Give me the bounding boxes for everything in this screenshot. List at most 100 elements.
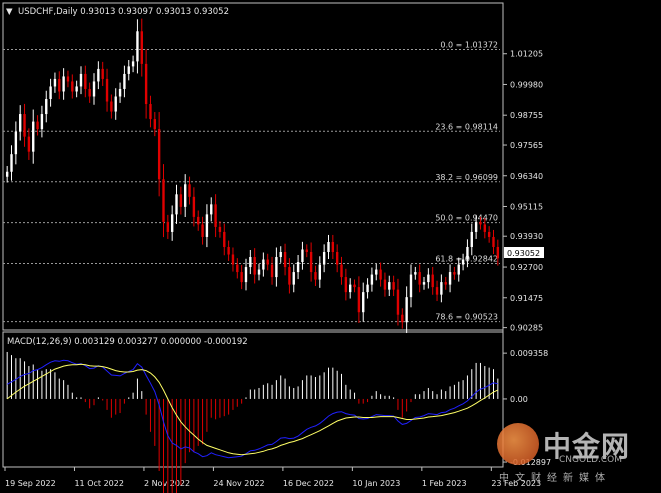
candle-body-23 [105,78,109,102]
candle-body-54 [240,272,243,283]
fib-label-0: 0.0 = 1.01372 [440,41,498,50]
watermark-slogan: 中文财经新媒体 [499,473,611,484]
candle-body-8 [40,114,44,130]
candle-body-92 [405,297,408,323]
candle-body-3 [19,114,22,132]
candle-body-7 [36,121,39,130]
candle-body-16 [75,86,78,92]
chart-header: ▼ USDCHF,Daily 0.93013 0.93097 0.93013 0… [6,7,229,17]
candle-body-30 [136,31,139,62]
candle-body-17 [79,73,83,87]
candle-body-44 [197,216,200,225]
candle-body-100 [440,282,443,295]
candle-body-55 [244,267,248,283]
candle-body-110 [483,224,486,232]
candle-body-90 [396,289,400,315]
time-tick-label-5: 10 Jan 2023 [352,479,400,488]
fib-label-2: 38.2 = 0.96099 [435,173,498,182]
candle-body-27 [123,73,126,89]
candle-body-28 [127,66,130,74]
candle-body-70 [309,252,313,273]
fib-label-1: 23.6 = 0.98114 [435,122,498,131]
candle-body-79 [349,284,352,293]
price-tick-label-5: 0.95115 [510,202,543,211]
candle-body-82 [362,292,365,313]
price-label: 0.93052 [504,247,544,258]
candle-body-73 [322,252,326,265]
candle-body-47 [210,204,213,215]
candle-body-51 [227,246,230,255]
candle-body-75 [331,241,335,253]
candle-body-101 [444,282,447,285]
candle-body-61 [270,264,274,278]
candle-body-86 [379,269,382,280]
candle-body-12 [58,78,61,92]
candle-body-63 [279,252,282,258]
time-tick-label-6: 1 Feb 2023 [422,479,467,488]
candle-body-91 [401,314,404,323]
candle-body-60 [266,259,269,265]
watermark-url: CNGOLD.COM [559,455,623,465]
candle-body-98 [431,274,434,288]
candle-body-2 [14,131,18,155]
candle-body-109 [479,221,482,225]
candle-body-18 [84,73,87,89]
candle-body-95 [418,272,421,285]
time-tick-label-1: 11 Oct 2022 [74,479,123,488]
candle-body-93 [409,274,413,298]
cngold-logo-icon [497,423,539,465]
candle-body-74 [327,241,330,253]
candle-body-24 [110,101,113,112]
candle-body-67 [296,262,300,273]
candle-body-64 [283,252,287,268]
candle-body-40 [179,194,183,207]
candle-body-9 [45,99,48,115]
candle-body-76 [335,252,339,265]
candle-body-46 [205,214,209,237]
candle-body-77 [340,264,343,278]
current-price-text: 0.93052 [507,249,540,258]
candle-body-11 [53,78,57,87]
candle-body-25 [114,96,117,112]
candle-body-58 [257,269,261,275]
candle-body-52 [231,254,235,265]
candle-body-48 [214,204,217,227]
time-tick-label-4: 16 Dec 2022 [283,479,334,488]
candle-body-4 [23,114,26,137]
candle-body-10 [49,86,52,100]
candle-body-34 [153,119,156,130]
candle-body-22 [101,68,104,79]
candle-body-21 [97,68,100,82]
candle-body-89 [392,282,395,290]
candle-body-13 [62,76,65,92]
candle-body-45 [201,224,204,237]
candle-body-6 [32,121,35,152]
candle-body-94 [414,272,417,275]
price-tick-label-8: 0.91475 [510,294,543,303]
price-tick-label-2: 0.98755 [510,111,543,120]
candle-body-103 [453,272,456,275]
candle-body-71 [314,272,317,280]
candle-body-83 [366,284,369,293]
candle-body-19 [88,88,91,97]
candle-body-97 [427,274,430,283]
candle-body-113 [496,246,500,259]
usdchf-chart[interactable]: 0.0 = 1.01372 23.6 = 0.98114 38.2 = 0.9609… [0,0,661,493]
candle-body-66 [292,272,295,285]
candle-body-72 [318,264,321,280]
candle-body-53 [236,264,239,273]
candle-body-38 [170,214,174,232]
price-tick-label-7: 0.92700 [510,263,543,272]
candle-body-50 [223,231,226,247]
header-symbol-ohlc: USDCHF,Daily 0.93013 0.93097 0.93013 0.9… [18,7,229,17]
macd-tick-label-1: 0.00 [510,395,528,404]
candle-body-39 [175,194,178,215]
candle-body-78 [344,277,348,293]
candle-body-88 [388,282,391,290]
macd-tick-label-0: 0.009358 [510,349,548,358]
candle-body-102 [448,272,452,285]
candle-body-26 [118,88,122,97]
candle-body-65 [288,267,291,285]
candle-body-80 [353,284,356,288]
candle-body-104 [457,264,460,275]
